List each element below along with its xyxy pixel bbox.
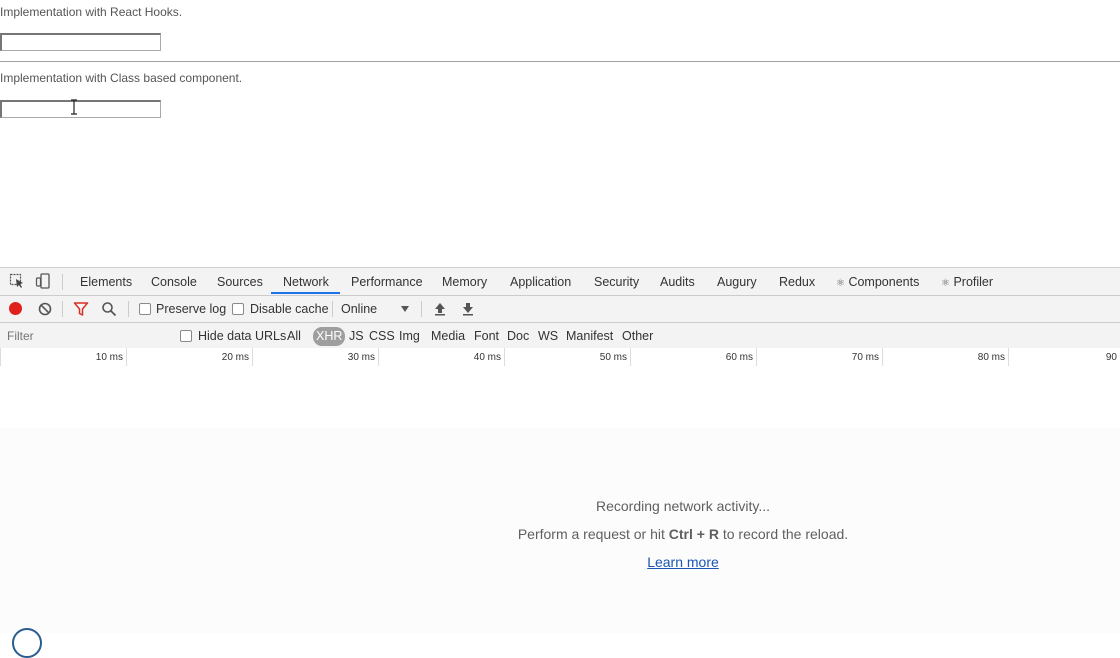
disable-cache-checkbox[interactable] <box>232 303 244 315</box>
toolbar-separator <box>62 301 63 317</box>
tabbar-separator <box>62 274 63 290</box>
export-har-icon[interactable] <box>460 301 476 317</box>
tick-label: 20 ms <box>221 352 249 363</box>
tab-console[interactable]: Console <box>151 268 197 295</box>
reload-hint: Perform a request or hit Ctrl + R to rec… <box>517 526 849 542</box>
filter-type-doc[interactable]: Doc <box>507 323 529 350</box>
device-toolbar-icon[interactable] <box>35 273 51 289</box>
filter-type-media[interactable]: Media <box>431 323 465 350</box>
recording-message: Recording network activity... <box>595 498 771 514</box>
tick-label: 10 ms <box>95 352 123 363</box>
filter-input[interactable] <box>0 325 181 347</box>
hide-data-urls-checkbox[interactable] <box>180 330 192 342</box>
tick-line <box>0 348 1 366</box>
tab-security[interactable]: Security <box>594 268 639 295</box>
tick-line <box>252 348 253 366</box>
tick-line <box>378 348 379 366</box>
filter-icon[interactable] <box>73 301 89 317</box>
tab-redux[interactable]: Redux <box>779 268 815 295</box>
network-overview-timeline[interactable]: 10 ms 20 ms 30 ms 40 ms 50 ms 60 ms 70 m… <box>0 348 1120 429</box>
tick-label: 40 ms <box>473 352 501 363</box>
filter-type-all[interactable]: All <box>287 323 301 350</box>
empty-state: Recording network activity... Perform a … <box>0 428 1120 633</box>
import-har-icon[interactable] <box>432 301 448 317</box>
throttling-select[interactable]: Online <box>341 296 377 323</box>
clear-icon[interactable] <box>37 301 53 317</box>
network-filterbar: Hide data URLs All XHR JS CSS Img Media … <box>0 323 1120 349</box>
tab-components[interactable]: ⚛ Components <box>836 268 919 295</box>
search-icon[interactable] <box>101 301 117 317</box>
filter-type-img[interactable]: Img <box>399 323 420 350</box>
tick-label: 90 <box>1105 352 1117 363</box>
tab-application[interactable]: Application <box>510 268 571 295</box>
active-tab-indicator <box>271 292 340 294</box>
tab-audits[interactable]: Audits <box>660 268 695 295</box>
tick-line <box>756 348 757 366</box>
toolbar-separator <box>128 301 129 317</box>
tick-line <box>126 348 127 366</box>
toolbar-separator <box>421 301 422 317</box>
preserve-log-label: Preserve log <box>156 302 227 316</box>
filter-type-other[interactable]: Other <box>622 323 653 350</box>
tab-performance[interactable]: Performance <box>351 268 423 295</box>
react-icon: ⚛ <box>836 278 845 289</box>
network-toolbar: Preserve log Disable cache Online <box>0 296 1120 323</box>
react-icon: ⚛ <box>941 278 950 289</box>
tab-profiler[interactable]: ⚛ Profiler <box>941 268 993 295</box>
tab-network[interactable]: Network <box>283 268 329 295</box>
shortcut-keys: Ctrl + R <box>668 526 719 542</box>
learn-more-link[interactable]: Learn more <box>647 554 719 570</box>
class-text-input[interactable] <box>0 100 161 118</box>
hooks-label: Implementation with React Hooks. <box>0 5 183 19</box>
filter-type-css[interactable]: CSS <box>369 323 395 350</box>
tick-label: 80 ms <box>977 352 1005 363</box>
filter-type-manifest[interactable]: Manifest <box>566 323 613 350</box>
tab-sources[interactable]: Sources <box>217 268 263 295</box>
tick-line <box>1008 348 1009 366</box>
inspect-element-icon[interactable] <box>9 273 25 289</box>
tab-memory[interactable]: Memory <box>442 268 487 295</box>
tab-augury[interactable]: Augury <box>717 268 757 295</box>
circle-icon <box>12 628 42 658</box>
toolbar-separator <box>332 301 333 317</box>
text-cursor-icon <box>71 99 77 115</box>
tick-label: 30 ms <box>347 352 375 363</box>
filter-type-xhr[interactable]: XHR <box>313 327 346 346</box>
hooks-text-input[interactable] <box>0 33 161 51</box>
tick-line <box>504 348 505 366</box>
filter-type-js[interactable]: JS <box>349 323 364 350</box>
filter-type-ws[interactable]: WS <box>538 323 558 350</box>
filter-type-font[interactable]: Font <box>474 323 499 350</box>
tick-label: 70 ms <box>851 352 879 363</box>
devtools-tabbar: Elements Console Sources Network Perform… <box>0 268 1120 296</box>
disable-cache-label: Disable cache <box>250 302 329 316</box>
devtools-panel: Elements Console Sources Network Perform… <box>0 267 1120 633</box>
tick-line <box>630 348 631 366</box>
hide-data-urls-label: Hide data URLs <box>198 329 287 343</box>
record-button[interactable] <box>9 302 22 315</box>
tick-line <box>882 348 883 366</box>
divider <box>0 61 1120 62</box>
tick-label: 60 ms <box>725 352 753 363</box>
class-label: Implementation with Class based componen… <box>0 71 243 85</box>
preserve-log-checkbox[interactable] <box>139 303 151 315</box>
chevron-down-icon <box>401 306 409 312</box>
tab-elements[interactable]: Elements <box>80 268 132 295</box>
tick-label: 50 ms <box>599 352 627 363</box>
